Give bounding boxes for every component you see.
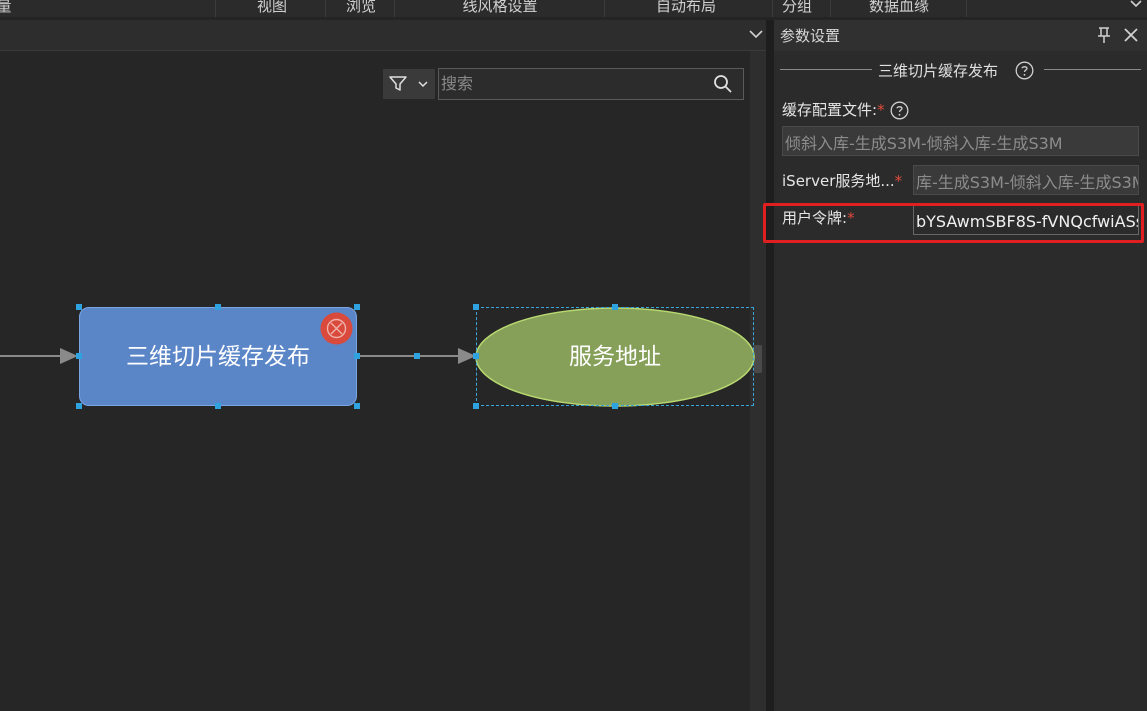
resize-handle[interactable] [612, 304, 618, 310]
resize-handle[interactable] [354, 403, 360, 409]
cache-config-field[interactable] [782, 126, 1139, 156]
ribbon-divider [215, 0, 216, 17]
parameter-panel [774, 20, 1147, 711]
resize-handle[interactable] [76, 304, 82, 310]
required-marker: * [877, 101, 885, 119]
node-label: 三维切片缓存发布 [126, 344, 310, 370]
search-icon[interactable] [713, 74, 733, 94]
ribbon-collapse-icon[interactable] [1130, 0, 1142, 10]
canvas-scroll-thumb[interactable] [754, 345, 762, 373]
ribbon-divider [966, 0, 967, 17]
pin-icon[interactable] [1095, 26, 1113, 44]
panel-splitter[interactable] [766, 20, 774, 711]
ribbon-group-partial[interactable]: 量 [0, 0, 14, 17]
canvas-tab-bar [0, 20, 770, 51]
resize-handle[interactable] [215, 304, 221, 310]
ribbon-divider [394, 0, 395, 17]
ribbon-group-view[interactable]: 视图 [232, 0, 312, 17]
resize-handle[interactable] [473, 304, 479, 310]
close-icon[interactable] [1122, 26, 1140, 44]
ribbon-group-browse[interactable]: 浏览 [330, 0, 392, 17]
iserver-address-input[interactable] [916, 170, 1138, 192]
filter-icon [389, 76, 407, 91]
ribbon-group-group[interactable]: 分组 [774, 0, 820, 17]
ribbon-group-auto-layout[interactable]: 自动布局 [606, 0, 766, 17]
search-input[interactable] [441, 72, 701, 94]
section-divider [780, 69, 872, 70]
ribbon-divider [772, 0, 773, 17]
highlight-annotation [763, 203, 1144, 243]
panel-title: 参数设置 [780, 27, 841, 45]
field-label-iserver-address: iServer服务地...* [782, 172, 903, 190]
ribbon-bar: 量 视图 浏览 线风格设置 自动布局 分组 数据血缘 [0, 0, 1147, 17]
chevron-down-icon [418, 81, 428, 88]
ribbon-divider [830, 0, 831, 17]
section-divider [1044, 69, 1141, 70]
error-badge-icon[interactable] [320, 312, 353, 345]
ribbon-divider [325, 0, 326, 17]
help-icon[interactable] [1015, 61, 1034, 80]
resize-handle[interactable] [354, 304, 360, 310]
section-title: 三维切片缓存发布 [878, 62, 999, 80]
filter-button[interactable] [383, 69, 435, 99]
resize-handle[interactable] [76, 353, 82, 359]
required-marker: * [894, 172, 903, 190]
resize-handle[interactable] [76, 403, 82, 409]
selection-box [476, 307, 754, 406]
resize-handle[interactable] [473, 403, 479, 409]
iserver-address-field[interactable] [913, 165, 1139, 195]
help-icon[interactable] [890, 101, 909, 120]
resize-handle[interactable] [354, 353, 360, 359]
resize-handle[interactable] [473, 353, 479, 359]
cache-config-input[interactable] [785, 131, 1135, 153]
ribbon-divider [604, 0, 605, 17]
search-box[interactable] [438, 68, 744, 100]
chevron-down-icon[interactable] [745, 22, 767, 46]
edge-midpoint-handle[interactable] [414, 353, 420, 359]
field-label-cache-config: 缓存配置文件:* [782, 101, 885, 119]
ribbon-group-line-style[interactable]: 线风格设置 [400, 0, 600, 17]
ribbon-group-data-lineage[interactable]: 数据血缘 [834, 0, 964, 17]
resize-handle[interactable] [215, 403, 221, 409]
resize-handle[interactable] [612, 403, 618, 409]
